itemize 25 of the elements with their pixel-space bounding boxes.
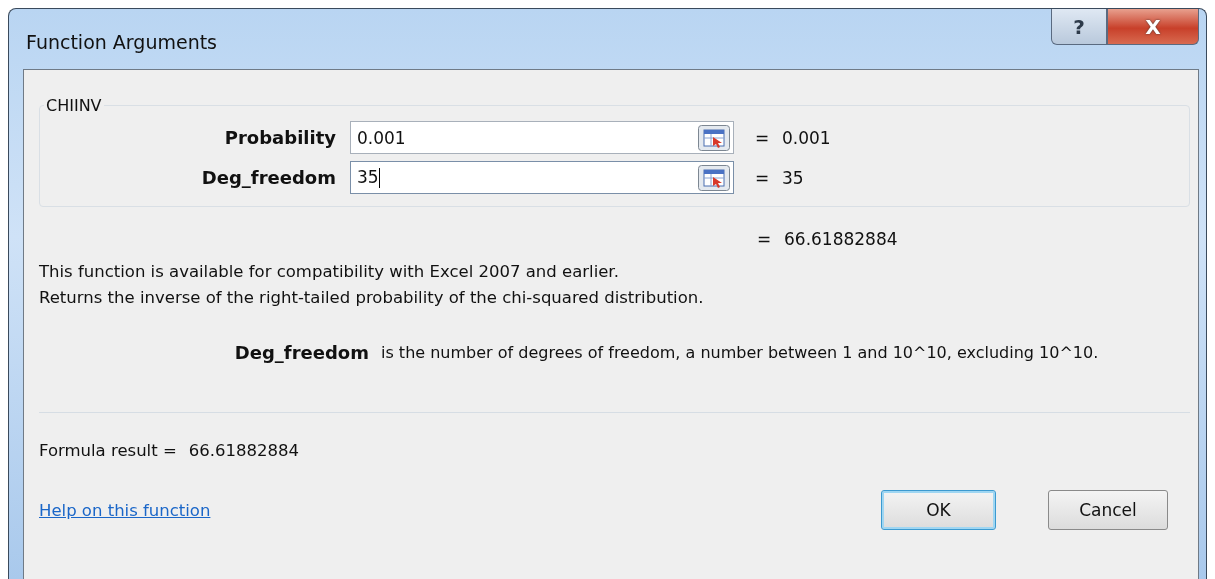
argument-description: is the number of degrees of freedom, a number between 1 and 10^10, excluding 10^10. (381, 342, 1100, 364)
function-name: CHIINV (45, 96, 103, 115)
window-title: Function Arguments (26, 31, 218, 53)
equals-sign: = (755, 229, 773, 249)
dialog-button[interactable]: Cancel (1048, 490, 1168, 530)
function-result: 66.61882884 (784, 229, 898, 249)
argument-label: Deg_freedom (200, 167, 337, 188)
equals-sign: = (753, 127, 771, 148)
description-text: Returns the inverse of the right-tailed probability of the chi-squared distribution. (39, 287, 705, 309)
help-button[interactable]: ? (1051, 9, 1107, 45)
close-button[interactable]: X (1107, 9, 1199, 45)
formula-result-value: 66.61882884 (188, 441, 299, 460)
argument-name: Deg_freedom (233, 341, 370, 365)
argument-field[interactable]: 35 (350, 161, 734, 194)
range-select-icon[interactable] (698, 164, 730, 191)
argument-result: 35 (782, 167, 804, 188)
description-text: This function is available for compatibility with Excel 2007 and earlier. (39, 261, 620, 283)
argument-field[interactable]: 0.001 (350, 121, 734, 154)
range-select-icon[interactable] (698, 124, 730, 151)
default-button[interactable]: OK (881, 490, 996, 530)
argument-label: Probability (223, 127, 337, 148)
argument-result: 0.001 (782, 127, 831, 148)
equals-sign: = (753, 167, 771, 188)
help-link[interactable]: Help on this function (39, 500, 211, 520)
formula-result-label: Formula result = (39, 441, 177, 460)
